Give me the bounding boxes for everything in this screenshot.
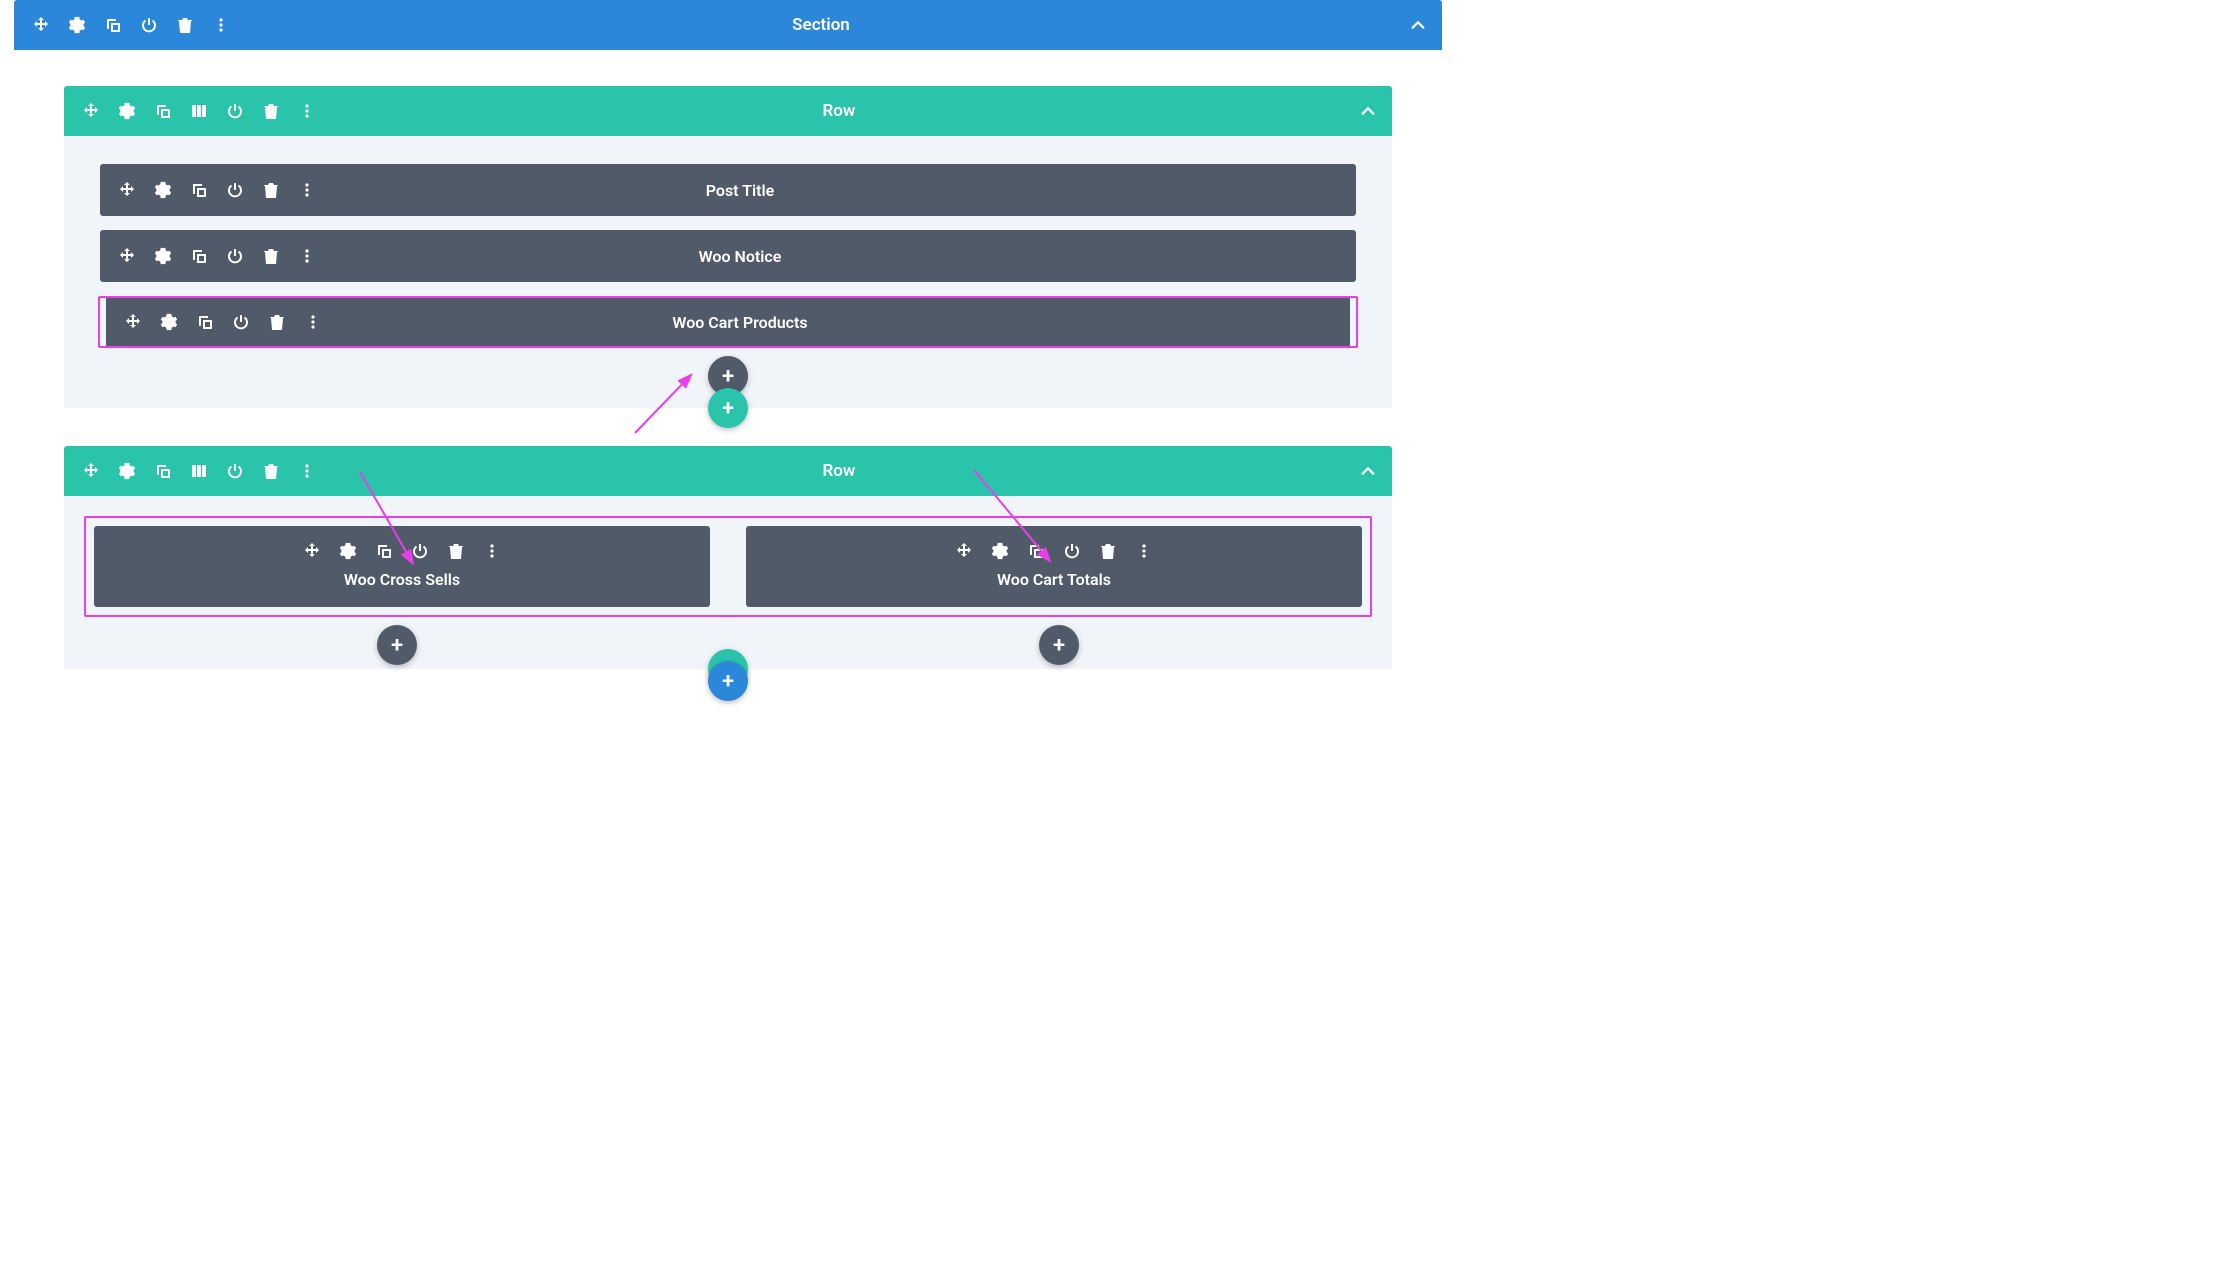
more-icon[interactable] xyxy=(298,102,316,120)
more-icon[interactable] xyxy=(298,462,316,480)
module-woo-cart-products[interactable]: Woo Cart Products xyxy=(106,296,1350,348)
row-collapse-button[interactable] xyxy=(1344,86,1392,136)
more-icon[interactable] xyxy=(483,542,501,560)
row-toolbar xyxy=(64,102,334,120)
module-title: Woo Cart Products xyxy=(340,313,1140,332)
power-icon[interactable] xyxy=(140,16,158,34)
trash-icon[interactable] xyxy=(262,102,280,120)
trash-icon[interactable] xyxy=(176,16,194,34)
move-icon[interactable] xyxy=(303,542,321,560)
row-title: Row xyxy=(334,101,1344,121)
gear-icon[interactable] xyxy=(68,16,86,34)
module-toolbar xyxy=(100,181,334,199)
power-icon[interactable] xyxy=(226,462,244,480)
move-icon[interactable] xyxy=(124,313,142,331)
gear-icon[interactable] xyxy=(160,313,178,331)
row-header: Row xyxy=(64,86,1392,136)
module-title: Post Title xyxy=(334,181,1146,200)
gear-icon[interactable] xyxy=(339,542,357,560)
section-collapse-button[interactable] xyxy=(1394,0,1442,50)
power-icon[interactable] xyxy=(226,181,244,199)
trash-icon[interactable] xyxy=(262,247,280,265)
trash-icon[interactable] xyxy=(262,181,280,199)
move-icon[interactable] xyxy=(32,16,50,34)
module-toolbar xyxy=(955,542,1153,560)
module-title: Woo Cart Totals xyxy=(997,570,1111,589)
add-section-button[interactable]: + xyxy=(708,661,748,701)
add-row-button[interactable]: + xyxy=(708,388,748,428)
move-icon[interactable] xyxy=(82,102,100,120)
row-block-2: Row xyxy=(64,446,1392,669)
gear-icon[interactable] xyxy=(118,102,136,120)
module-woo-cross-sells[interactable]: Woo Cross Sells xyxy=(94,526,710,607)
duplicate-icon[interactable] xyxy=(190,247,208,265)
duplicate-icon[interactable] xyxy=(104,16,122,34)
row-body: Post Title Woo Notice xyxy=(64,136,1392,408)
gear-icon[interactable] xyxy=(991,542,1009,560)
section-title: Section xyxy=(248,15,1394,35)
duplicate-icon[interactable] xyxy=(154,462,172,480)
row-toolbar xyxy=(64,462,334,480)
more-icon[interactable] xyxy=(304,313,322,331)
gear-icon[interactable] xyxy=(154,247,172,265)
gear-icon[interactable] xyxy=(154,181,172,199)
move-icon[interactable] xyxy=(955,542,973,560)
columns-icon[interactable] xyxy=(190,102,208,120)
module-title: Woo Cross Sells xyxy=(344,570,460,589)
section-header: Section xyxy=(14,0,1442,50)
more-icon[interactable] xyxy=(298,181,316,199)
duplicate-icon[interactable] xyxy=(154,102,172,120)
module-post-title[interactable]: Post Title xyxy=(100,164,1356,216)
duplicate-icon[interactable] xyxy=(375,542,393,560)
row-collapse-button[interactable] xyxy=(1344,446,1392,496)
gear-icon[interactable] xyxy=(118,462,136,480)
power-icon[interactable] xyxy=(411,542,429,560)
section-body: Row Post Title xyxy=(14,50,1442,683)
duplicate-icon[interactable] xyxy=(190,181,208,199)
row-body: Woo Cross Sells xyxy=(64,496,1392,669)
module-woo-cart-totals[interactable]: Woo Cart Totals xyxy=(746,526,1362,607)
add-module-button[interactable]: + xyxy=(377,625,417,665)
module-title: Woo Notice xyxy=(334,247,1146,266)
more-icon[interactable] xyxy=(212,16,230,34)
power-icon[interactable] xyxy=(226,247,244,265)
power-icon[interactable] xyxy=(226,102,244,120)
more-icon[interactable] xyxy=(298,247,316,265)
trash-icon[interactable] xyxy=(1099,542,1117,560)
move-icon[interactable] xyxy=(118,181,136,199)
module-toolbar xyxy=(100,247,334,265)
power-icon[interactable] xyxy=(232,313,250,331)
trash-icon[interactable] xyxy=(447,542,465,560)
row-block-1: Row Post Title xyxy=(64,86,1392,408)
row-header: Row xyxy=(64,446,1392,496)
power-icon[interactable] xyxy=(1063,542,1081,560)
more-icon[interactable] xyxy=(1135,542,1153,560)
section-toolbar xyxy=(14,16,248,34)
columns-icon[interactable] xyxy=(190,462,208,480)
trash-icon[interactable] xyxy=(262,462,280,480)
row-title: Row xyxy=(334,461,1344,481)
module-toolbar xyxy=(106,313,340,331)
duplicate-icon[interactable] xyxy=(1027,542,1045,560)
trash-icon[interactable] xyxy=(268,313,286,331)
add-module-button[interactable]: + xyxy=(1039,625,1079,665)
duplicate-icon[interactable] xyxy=(196,313,214,331)
move-icon[interactable] xyxy=(82,462,100,480)
module-toolbar xyxy=(303,542,501,560)
move-icon[interactable] xyxy=(118,247,136,265)
module-woo-notice[interactable]: Woo Notice xyxy=(100,230,1356,282)
